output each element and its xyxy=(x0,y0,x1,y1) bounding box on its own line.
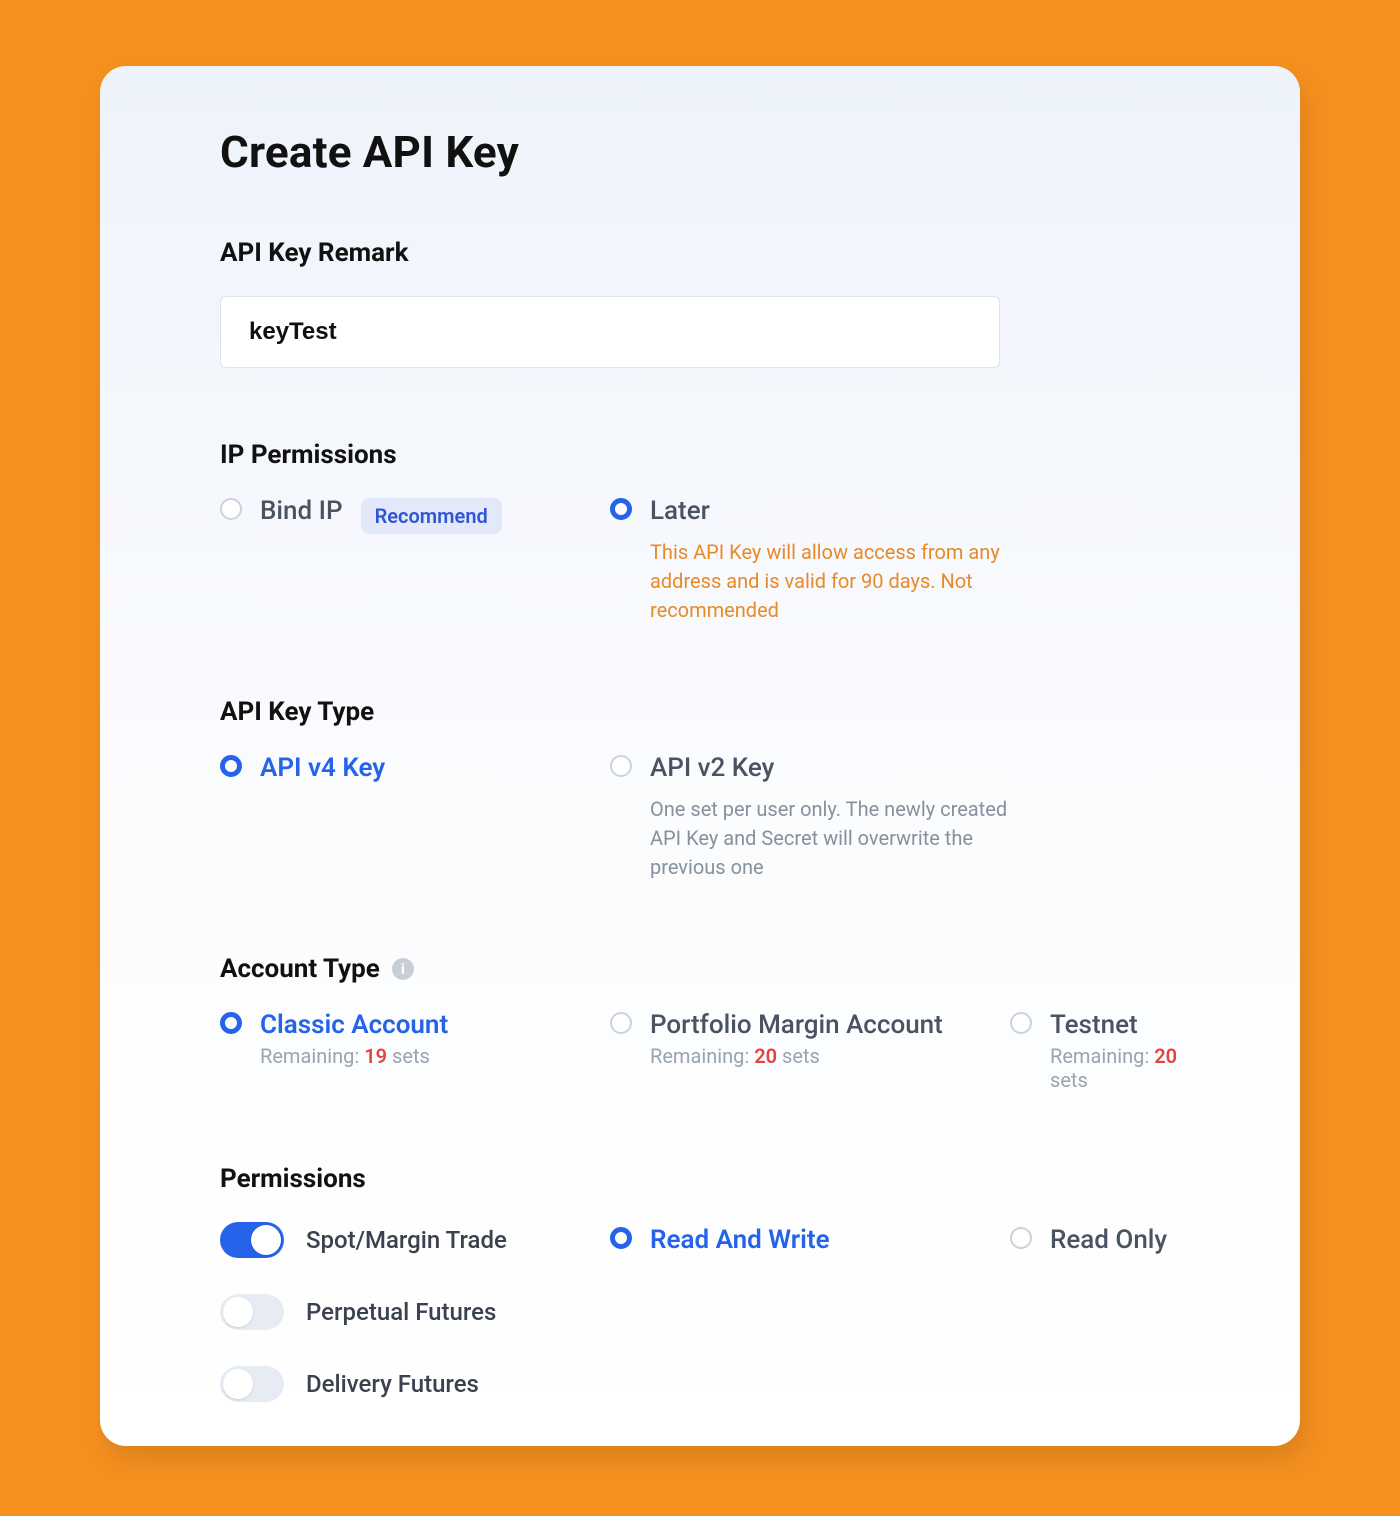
page-title: Create API Key xyxy=(220,126,1180,178)
permission-row-spot: Spot/Margin Trade Read And Write Read On… xyxy=(220,1222,1180,1258)
ip-permissions-label: IP Permissions xyxy=(220,440,1180,470)
ip-option-label: Bind IP xyxy=(260,498,343,524)
remark-input[interactable] xyxy=(220,296,1000,368)
key-type-option-label: API v4 Key xyxy=(260,755,385,781)
key-type-label: API Key Type xyxy=(220,697,1180,727)
permission-label: Delivery Futures xyxy=(306,1370,479,1398)
account-type-option-testnet[interactable]: Testnet Remaining: 20 sets xyxy=(1010,1012,1180,1092)
account-type-option-label: Testnet xyxy=(1050,1012,1138,1038)
ip-permissions-section: IP Permissions Bind IP Recommend Later T… xyxy=(220,440,1180,625)
permissions-label: Permissions xyxy=(220,1164,1180,1194)
permission-toggle[interactable] xyxy=(220,1366,284,1402)
account-type-remaining: Remaining: 20 sets xyxy=(1050,1044,1180,1092)
permission-row-perpetual: Perpetual Futures xyxy=(220,1294,1180,1330)
account-type-option-label: Classic Account xyxy=(260,1012,448,1038)
permission-label: Perpetual Futures xyxy=(306,1298,496,1326)
remark-label: API Key Remark xyxy=(220,238,1180,268)
create-api-key-card: Create API Key API Key Remark IP Permiss… xyxy=(100,66,1300,1446)
permission-label: Spot/Margin Trade xyxy=(306,1226,507,1254)
permission-toggle[interactable] xyxy=(220,1222,284,1258)
info-icon[interactable]: i xyxy=(392,958,414,980)
account-type-label: Account Type i xyxy=(220,954,1180,984)
radio-icon xyxy=(610,755,632,777)
permission-toggle[interactable] xyxy=(220,1294,284,1330)
radio-icon xyxy=(220,755,242,777)
account-type-remaining: Remaining: 20 sets xyxy=(650,1044,1010,1068)
ip-option-bind-ip[interactable]: Bind IP Recommend xyxy=(220,498,610,534)
account-type-option-label: Portfolio Margin Account xyxy=(650,1012,943,1038)
key-type-section: API Key Type API v4 Key API v2 Key One s… xyxy=(220,697,1180,882)
key-type-option-hint: One set per user only. The newly created… xyxy=(650,795,1010,882)
permission-mode-label: Read And Write xyxy=(650,1227,830,1253)
account-type-option-classic[interactable]: Classic Account Remaining: 19 sets xyxy=(220,1012,610,1068)
key-type-option-label: API v2 Key xyxy=(650,755,774,781)
permissions-section: Permissions Spot/Margin Trade Read And W… xyxy=(220,1164,1180,1402)
permission-mode-read-write[interactable]: Read And Write xyxy=(610,1227,1010,1253)
permission-row-delivery: Delivery Futures xyxy=(220,1366,1180,1402)
radio-icon xyxy=(1010,1227,1032,1249)
key-type-option-v2[interactable]: API v2 Key One set per user only. The ne… xyxy=(610,755,1010,882)
key-type-option-v4[interactable]: API v4 Key xyxy=(220,755,610,781)
account-type-section: Account Type i Classic Account Remaining… xyxy=(220,954,1180,1092)
ip-option-hint: This API Key will allow access from any … xyxy=(650,538,1010,625)
account-type-remaining: Remaining: 19 sets xyxy=(260,1044,610,1068)
recommend-badge: Recommend xyxy=(361,498,502,534)
radio-icon xyxy=(220,1012,242,1034)
account-type-option-portfolio[interactable]: Portfolio Margin Account Remaining: 20 s… xyxy=(610,1012,1010,1068)
permission-mode-label: Read Only xyxy=(1050,1227,1167,1253)
radio-icon xyxy=(610,1012,632,1034)
ip-option-later[interactable]: Later This API Key will allow access fro… xyxy=(610,498,1010,625)
ip-option-label: Later xyxy=(650,498,710,524)
radio-icon xyxy=(220,498,242,520)
radio-icon xyxy=(610,1227,632,1249)
permission-mode-read-only[interactable]: Read Only xyxy=(1010,1227,1180,1253)
radio-icon xyxy=(610,498,632,520)
remark-section: API Key Remark xyxy=(220,238,1180,368)
radio-icon xyxy=(1010,1012,1032,1034)
